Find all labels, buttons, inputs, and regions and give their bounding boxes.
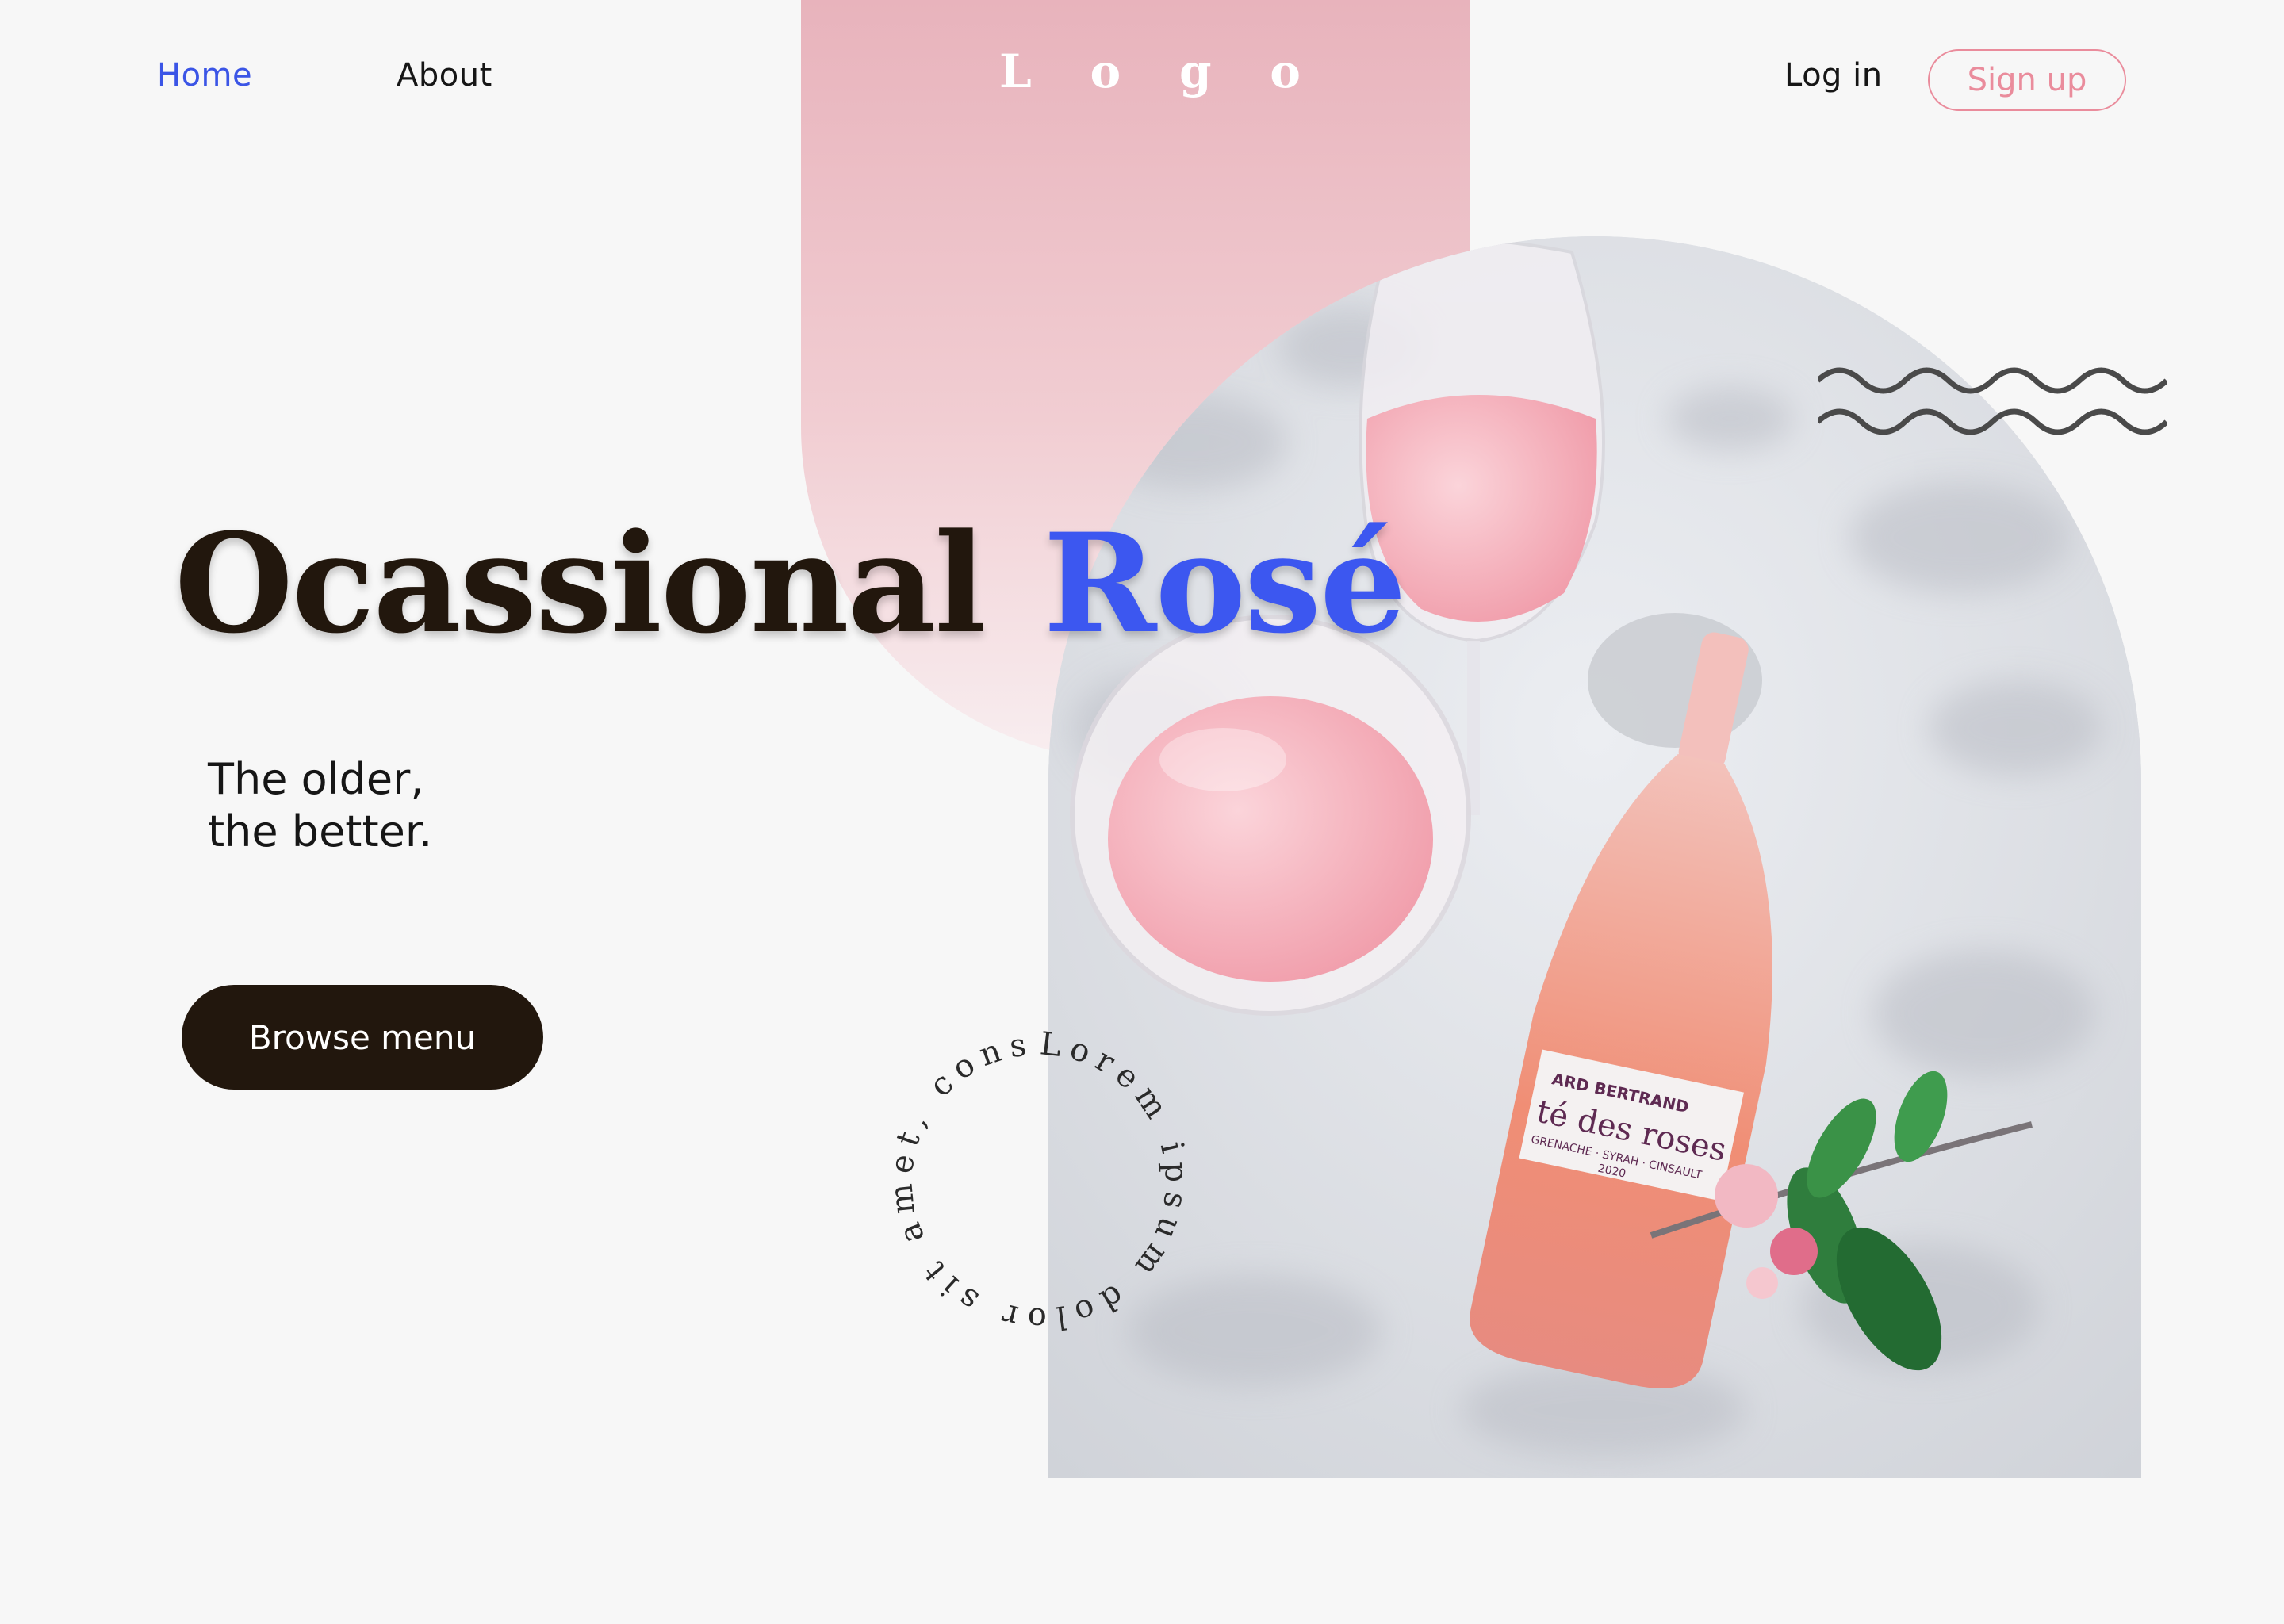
nav-home-link[interactable]: Home (157, 57, 252, 94)
hero-title-part1: Ocassional (174, 503, 987, 664)
hero-subtitle: The older, the better. (208, 753, 432, 858)
wavy-lines-decoration (1818, 367, 2167, 435)
logo-letter: g (1178, 44, 1212, 98)
hero-title-part2: Rosé (1043, 503, 1407, 664)
nav-about-link[interactable]: About (397, 57, 492, 94)
hero-title: Ocassional Rosé (174, 515, 1407, 652)
logo-letter: L (999, 44, 1032, 98)
login-link[interactable]: Log in (1784, 57, 1883, 94)
subtitle-line-1: The older, (208, 754, 424, 804)
logo-letter: o (1270, 44, 1301, 98)
logo[interactable]: L o g o (999, 44, 1301, 98)
circular-text-badge: Lorem ipsum dolor sit amet, cons (883, 1025, 1195, 1337)
svg-text:Lorem ipsum dolor sit amet, co: Lorem ipsum dolor sit amet, cons (883, 1025, 1195, 1337)
circular-text: Lorem ipsum dolor sit amet, cons (883, 1025, 1187, 1337)
browse-menu-button[interactable]: Browse menu (182, 985, 543, 1090)
signup-button[interactable]: Sign up (1928, 49, 2126, 111)
logo-letter: o (1090, 44, 1121, 98)
subtitle-line-2: the better. (208, 806, 433, 856)
